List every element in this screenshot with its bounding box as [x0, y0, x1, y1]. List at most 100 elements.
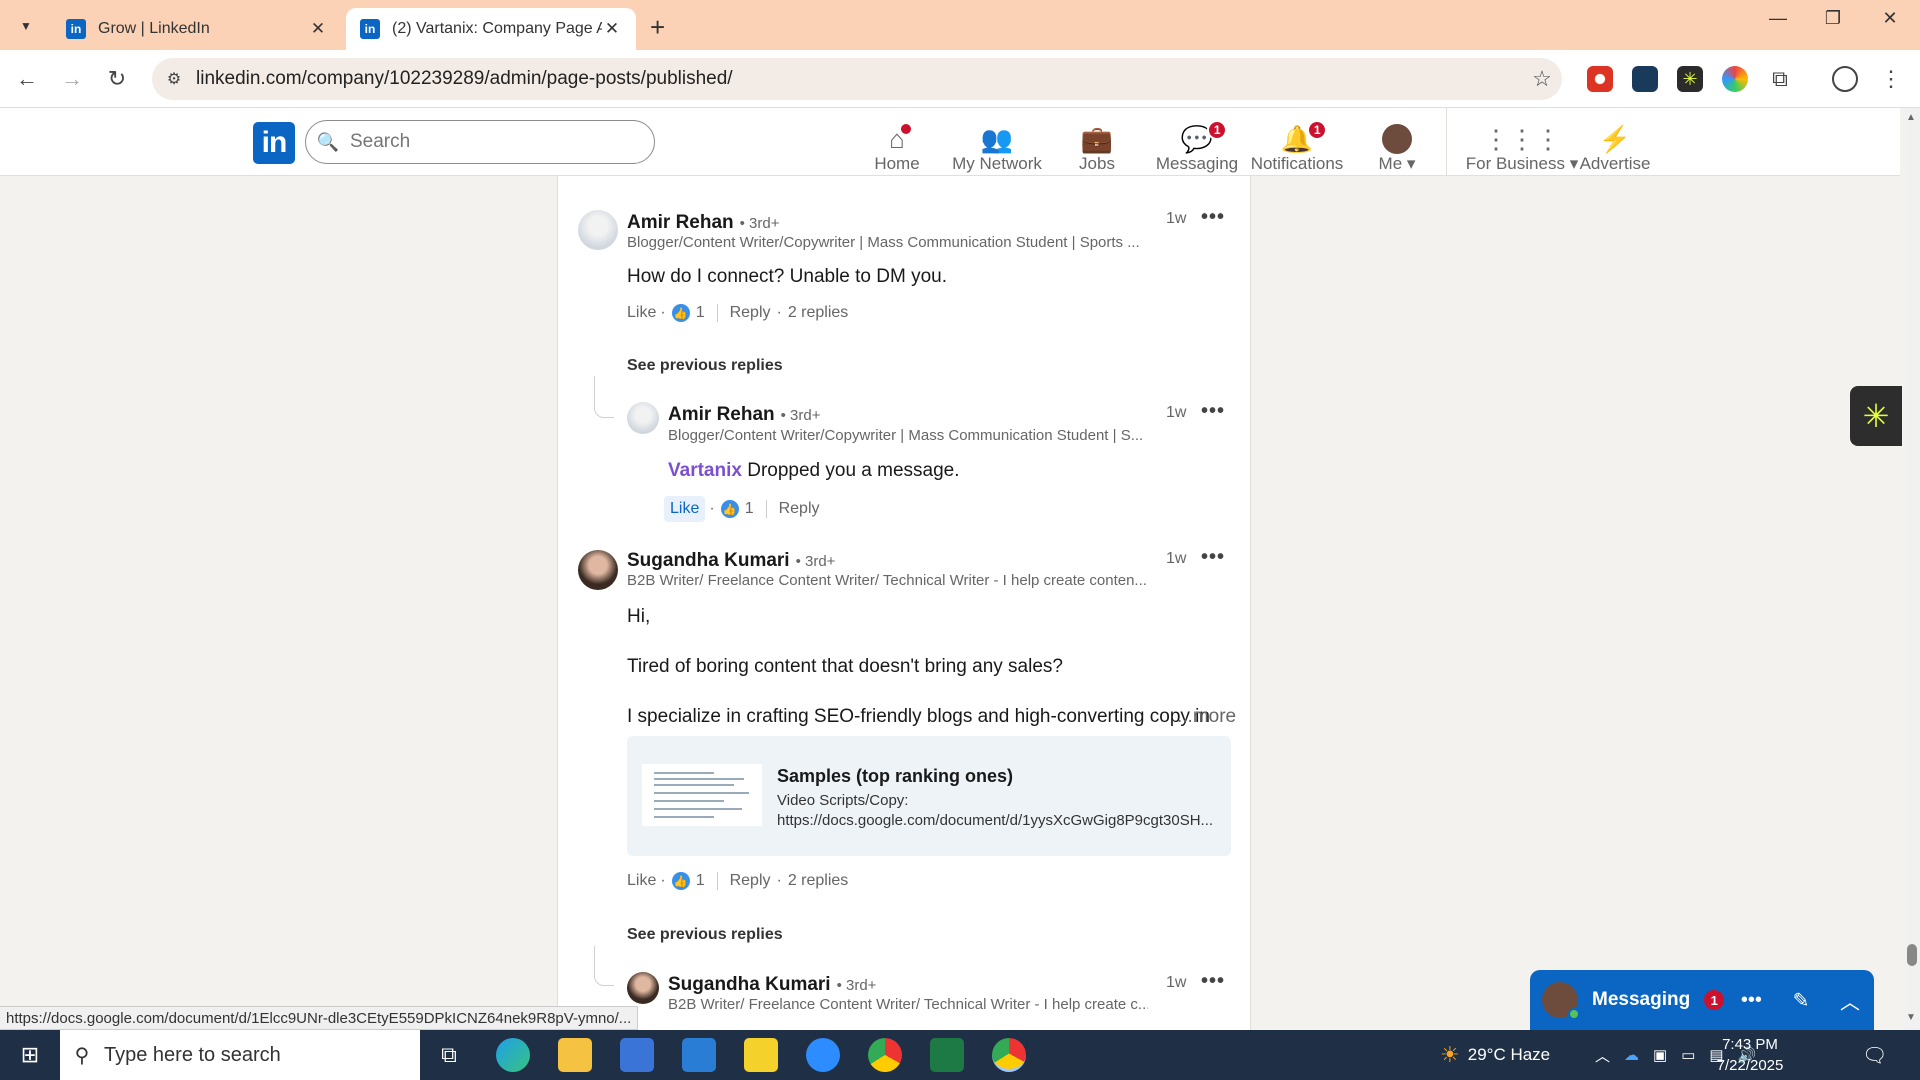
browser-tab-vartanix[interactable]: in (2) Vartanix: Company Page Ad ✕	[346, 8, 636, 50]
address-bar[interactable]: ⚙ ☆	[152, 58, 1562, 100]
scroll-down-arrow-icon[interactable]: ▼	[1906, 1012, 1916, 1023]
battery-icon[interactable]: ▭	[1681, 1046, 1695, 1064]
like-count[interactable]: 1	[696, 872, 705, 890]
commenter-name[interactable]: Amir Rehan • 3rd+	[627, 212, 780, 234]
like-count[interactable]: 1	[696, 304, 705, 322]
excel-icon[interactable]	[930, 1038, 964, 1072]
close-window-button[interactable]: ✕	[1870, 8, 1910, 29]
like-reaction-icon[interactable]: 👍	[720, 500, 739, 518]
page-scrollbar-thumb[interactable]	[1907, 944, 1917, 966]
close-tab-icon[interactable]: ✕	[308, 19, 328, 39]
site-info-icon[interactable]: ⚙	[152, 69, 196, 89]
mail-icon[interactable]	[682, 1038, 716, 1072]
nav-me[interactable]: Me ▾	[1347, 114, 1447, 174]
forward-button[interactable]: →	[55, 62, 89, 96]
reload-button[interactable]: ↻	[100, 62, 134, 96]
nav-advertise[interactable]: ⚡ Advertise	[1565, 114, 1665, 174]
system-clock[interactable]: 7:43 PM 7/22/2025	[1700, 1034, 1800, 1076]
reply-button[interactable]: Reply	[730, 304, 771, 322]
more-options-icon[interactable]: •••	[1201, 400, 1225, 423]
see-previous-replies-button[interactable]: See previous replies	[627, 926, 783, 944]
like-button[interactable]: Like	[627, 872, 656, 890]
more-options-icon[interactable]: •••	[1201, 206, 1225, 229]
replies-link[interactable]: 2 replies	[788, 872, 848, 890]
linkedin-logo[interactable]: in	[253, 122, 295, 164]
bookmark-star-icon[interactable]: ☆	[1522, 66, 1562, 92]
avatar[interactable]	[627, 402, 659, 434]
chrome-active-icon[interactable]	[992, 1038, 1026, 1072]
tab-title: (2) Vartanix: Company Page Ad	[392, 20, 602, 37]
close-tab-icon[interactable]: ✕	[602, 19, 622, 39]
like-reaction-icon[interactable]: 👍	[671, 872, 690, 890]
page-scrollbar-track[interactable]	[1905, 108, 1920, 1030]
windows-start-icon[interactable]: ⊞	[0, 1030, 60, 1080]
divider	[716, 304, 718, 322]
nav-home[interactable]: ⌂ Home	[847, 114, 947, 174]
extension-icon[interactable]	[1632, 66, 1658, 92]
nav-jobs[interactable]: 💼 Jobs	[1047, 114, 1147, 174]
nav-for-business[interactable]: ⋮⋮⋮ For Business ▾	[1462, 114, 1582, 174]
edge-icon[interactable]	[496, 1038, 530, 1072]
commenter-name[interactable]: Amir Rehan • 3rd+	[668, 404, 821, 426]
taskbar-search[interactable]: ⚲ Type here to search	[60, 1030, 420, 1080]
nav-my-network[interactable]: 👥 My Network	[947, 114, 1047, 174]
link-preview-card[interactable]: Samples (top ranking ones) Video Scripts…	[627, 736, 1231, 856]
pokeball-extension-icon[interactable]	[1587, 66, 1613, 92]
replies-link[interactable]: 2 replies	[788, 304, 848, 322]
store-icon[interactable]	[620, 1038, 654, 1072]
commenter-name[interactable]: Sugandha Kumari • 3rd+	[668, 974, 876, 996]
messaging-title[interactable]: Messaging	[1592, 989, 1690, 1011]
restore-button[interactable]: ❐	[1813, 8, 1853, 29]
avatar[interactable]	[578, 550, 618, 590]
file-explorer-icon[interactable]	[558, 1038, 592, 1072]
ai-assistant-widget-icon[interactable]: ✳	[1850, 386, 1902, 446]
ai-extension-icon[interactable]: ✳	[1677, 66, 1703, 92]
meet-now-icon[interactable]: ▣	[1653, 1046, 1667, 1064]
puzzle-extensions-icon[interactable]: ⧉	[1767, 66, 1793, 92]
chrome-icon[interactable]	[868, 1038, 902, 1072]
compose-icon[interactable]: ✎	[1793, 988, 1810, 1013]
new-tab-button[interactable]: +	[650, 12, 665, 43]
zoom-icon[interactable]	[806, 1038, 840, 1072]
like-button[interactable]: Like	[664, 496, 706, 522]
onedrive-icon[interactable]: ☁	[1624, 1046, 1639, 1064]
sticky-notes-icon[interactable]	[744, 1038, 778, 1072]
profile-icon[interactable]	[1832, 66, 1858, 92]
like-count[interactable]: 1	[745, 500, 754, 518]
menu-kebab-icon[interactable]: ⋮	[1878, 66, 1904, 92]
like-reaction-icon[interactable]: 👍	[671, 304, 690, 322]
color-extension-icon[interactable]	[1722, 66, 1748, 92]
link-preview-url[interactable]: https://docs.google.com/document/d/1yysX…	[777, 812, 1217, 829]
scroll-up-arrow-icon[interactable]: ▲	[1906, 112, 1916, 123]
connection-degree: • 3rd+	[739, 215, 780, 232]
chevron-up-icon[interactable]: ︿	[1840, 986, 1860, 1015]
mention-link[interactable]: Vartanix	[668, 460, 742, 481]
notification-center-icon[interactable]: 🗨	[1862, 1030, 1887, 1080]
avatar[interactable]	[627, 972, 659, 1004]
commenter-name[interactable]: Sugandha Kumari • 3rd+	[627, 550, 835, 572]
link-preview-title[interactable]: Samples (top ranking ones)	[777, 766, 1013, 787]
tab-search-button[interactable]: ▼	[12, 12, 40, 40]
browser-tab-grow-linkedin[interactable]: in Grow | LinkedIn ✕	[52, 8, 342, 50]
back-button[interactable]: ←	[10, 62, 44, 96]
like-button[interactable]: Like	[627, 304, 656, 322]
more-options-icon[interactable]: •••	[1201, 546, 1225, 569]
see-more-button[interactable]: ...more	[1177, 706, 1236, 728]
nav-notifications[interactable]: 🔔 1 Notifications	[1247, 114, 1347, 174]
see-previous-replies-button[interactable]: See previous replies	[627, 357, 783, 375]
task-view-icon[interactable]: ⧉	[432, 1038, 466, 1072]
more-options-icon[interactable]: •••	[1201, 970, 1225, 993]
linkedin-search[interactable]: 🔍	[305, 120, 655, 164]
show-hidden-icons-icon[interactable]: ︿	[1595, 1045, 1610, 1066]
avatar[interactable]	[578, 210, 618, 250]
reply-button[interactable]: Reply	[779, 500, 820, 518]
thread-line	[594, 376, 614, 418]
reply-button[interactable]: Reply	[730, 872, 771, 890]
nav-messaging[interactable]: 💬 1 Messaging	[1147, 114, 1247, 174]
more-options-icon[interactable]: •••	[1741, 989, 1762, 1012]
search-input[interactable]	[350, 131, 595, 153]
url-input[interactable]	[196, 68, 1522, 90]
minimize-button[interactable]: —	[1758, 8, 1798, 29]
weather-widget[interactable]: ☀ 29°C Haze	[1440, 1030, 1550, 1080]
messaging-overlay-bar[interactable]: Messaging 1 ••• ✎ ︿	[1530, 970, 1874, 1030]
